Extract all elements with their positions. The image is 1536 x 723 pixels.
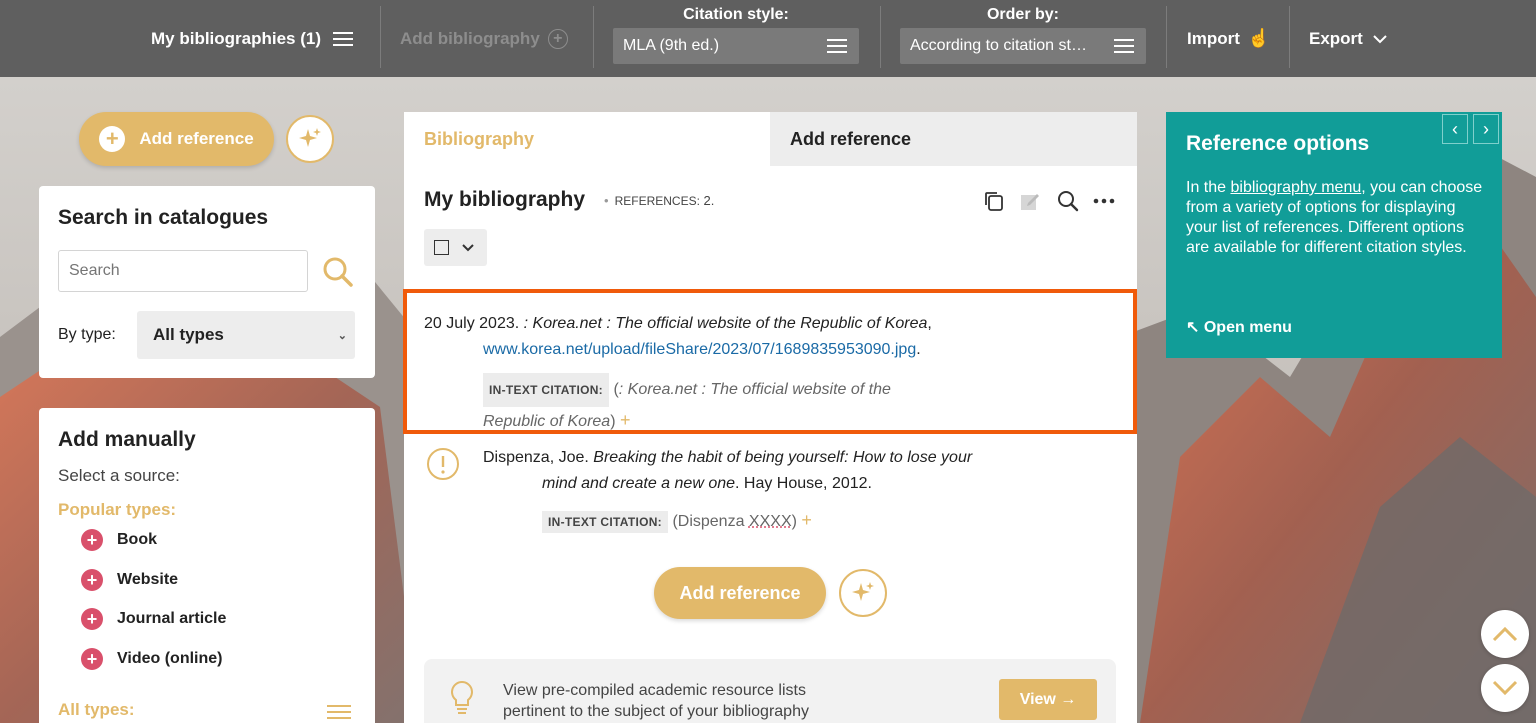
by-type-label: By type: <box>58 326 116 343</box>
next-button[interactable]: › <box>1473 114 1499 144</box>
prev-button[interactable]: ‹ <box>1442 114 1468 144</box>
chevron-down-icon <box>462 244 474 252</box>
plus-icon: + <box>81 648 103 670</box>
magic-add-button[interactable] <box>839 569 887 617</box>
add-bibliography-button[interactable]: Add bibliography + <box>400 0 568 77</box>
source-type-label: Journal article <box>117 610 227 627</box>
popular-types-label: Popular types: <box>58 500 177 519</box>
view-button-label: View → <box>1019 690 1077 708</box>
in-text-citation: In-text citation: (: Korea.net : The off… <box>483 373 943 435</box>
citation-style-select[interactable]: MLA (9th ed.) <box>613 28 859 64</box>
chevron-down-icon: ⌄ <box>337 329 347 342</box>
add-citation-plus-icon[interactable]: + <box>801 510 812 530</box>
search-icon[interactable] <box>322 256 354 288</box>
references-count: • References: 2. <box>604 193 715 208</box>
tab-label: Add reference <box>790 128 912 149</box>
reference-url-link[interactable]: www.korea.net/upload/fileShare/2023/07/1… <box>483 341 916 358</box>
reference-text: 20 July 2023. : Korea.net : The official… <box>424 315 932 358</box>
reference-entry[interactable]: 20 July 2023. : Korea.net : The official… <box>403 289 1137 434</box>
in-text-citation-tag: In-text citation: <box>542 511 668 533</box>
all-types-label: All types: <box>58 700 135 719</box>
open-menu-link[interactable]: ↖ Open menu <box>1186 317 1292 337</box>
order-by-select[interactable]: According to citation st… <box>900 28 1146 64</box>
plus-icon: + <box>81 529 103 551</box>
hand-pointer-icon: ☝ <box>1247 28 1271 48</box>
chevron-down-icon <box>1373 34 1387 43</box>
source-type-label: Website <box>117 571 179 588</box>
add-bibliography-label: Add bibliography <box>400 28 540 48</box>
export-label: Export <box>1309 28 1363 48</box>
search-input[interactable] <box>58 250 308 292</box>
reference-text: Dispenza, Joe. Breaking the habit of bei… <box>483 449 973 492</box>
view-button[interactable]: View → <box>999 679 1097 720</box>
order-by-label: Order by: <box>986 6 1059 23</box>
plus-icon: + <box>81 569 103 591</box>
hamburger-icon <box>1114 39 1134 53</box>
in-text-citation: In-text citation: (Dispenza XXXX) + <box>542 510 812 533</box>
add-manually-panel: Add manually Select a source: Popular ty… <box>39 408 375 723</box>
tab-bibliography[interactable]: Bibliography <box>404 112 770 166</box>
tab-label: Bibliography <box>424 128 535 149</box>
chevron-right-icon: › <box>1483 118 1489 139</box>
add-reference-label: Add reference <box>139 129 254 148</box>
source-type-label: Video (online) <box>117 650 223 667</box>
import-button[interactable]: Import ☝ <box>1187 0 1270 77</box>
checkbox-icon <box>434 240 449 255</box>
citation-style-label: Citation style: <box>683 6 789 23</box>
add-reference-label: Add reference <box>679 582 801 603</box>
sparkle-icon <box>299 128 321 147</box>
scroll-down-button[interactable] <box>1481 664 1529 712</box>
citation-style-value: MLA (9th ed.) <box>623 37 720 54</box>
reference-options-panel: ‹ › Reference options In the bibliograph… <box>1166 112 1502 358</box>
my-bibliographies-button[interactable]: My bibliographies (1) <box>151 0 354 77</box>
add-reference-button[interactable]: + Add reference <box>79 112 274 166</box>
select-source-label: Select a source: <box>58 466 180 485</box>
bibliography-panel: Bibliography Add reference My bibliograp… <box>403 112 1137 723</box>
reference-options-title: Reference options <box>1186 132 1370 155</box>
add-reference-button[interactable]: Add reference <box>654 567 826 619</box>
copy-icon[interactable] <box>983 190 1005 212</box>
edit-icon[interactable] <box>1019 190 1041 212</box>
sparkle-icon <box>852 582 874 601</box>
search-icon[interactable] <box>1057 190 1079 212</box>
hamburger-icon <box>827 39 847 53</box>
search-catalogues-panel: Search in catalogues By type: All types … <box>39 186 375 378</box>
reference-options-body: In the bibliography menu, you can choose… <box>1186 179 1483 256</box>
warning-icon[interactable] <box>426 447 460 481</box>
top-toolbar: My bibliographies (1) Add bibliography +… <box>0 0 1536 77</box>
add-manually-title: Add manually <box>58 428 196 451</box>
tip-text: View pre-compiled academic resource list… <box>503 682 809 720</box>
in-text-citation-tag: In-text citation: <box>483 373 609 407</box>
resource-lists-tip: View pre-compiled academic resource list… <box>424 659 1116 723</box>
export-button[interactable]: Export <box>1309 0 1387 77</box>
plus-circle-icon: + <box>99 126 126 152</box>
by-type-value: All types <box>153 325 224 344</box>
add-citation-plus-icon[interactable]: + <box>620 410 631 430</box>
select-all-dropdown[interactable] <box>424 229 487 266</box>
hamburger-icon <box>333 31 354 46</box>
more-icon[interactable] <box>1092 190 1116 212</box>
reference-entry[interactable]: Dispenza, Joe. Breaking the habit of bei… <box>404 444 1137 544</box>
plus-icon: + <box>81 608 103 630</box>
scroll-up-button[interactable] <box>1481 610 1529 658</box>
order-by-value: According to citation st… <box>910 37 1087 54</box>
lightbulb-icon <box>451 680 473 714</box>
by-type-select[interactable]: All types ⌄ <box>137 311 355 359</box>
my-bibliographies-label: My bibliographies (1) <box>151 28 322 48</box>
chevron-up-icon <box>1492 626 1518 642</box>
magic-add-button[interactable] <box>286 115 334 163</box>
chevron-left-icon: ‹ <box>1452 118 1458 139</box>
import-label: Import <box>1187 28 1240 48</box>
bibliography-title: My bibliography <box>424 188 586 211</box>
source-type-label: Book <box>117 531 157 548</box>
bibliography-menu-link[interactable]: bibliography menu <box>1230 179 1361 196</box>
plus-circle-icon: + <box>547 28 568 49</box>
hamburger-icon[interactable] <box>327 704 351 720</box>
tab-add-reference[interactable]: Add reference <box>770 112 1137 166</box>
search-catalogues-title: Search in catalogues <box>58 206 269 229</box>
chevron-down-icon <box>1492 680 1518 696</box>
